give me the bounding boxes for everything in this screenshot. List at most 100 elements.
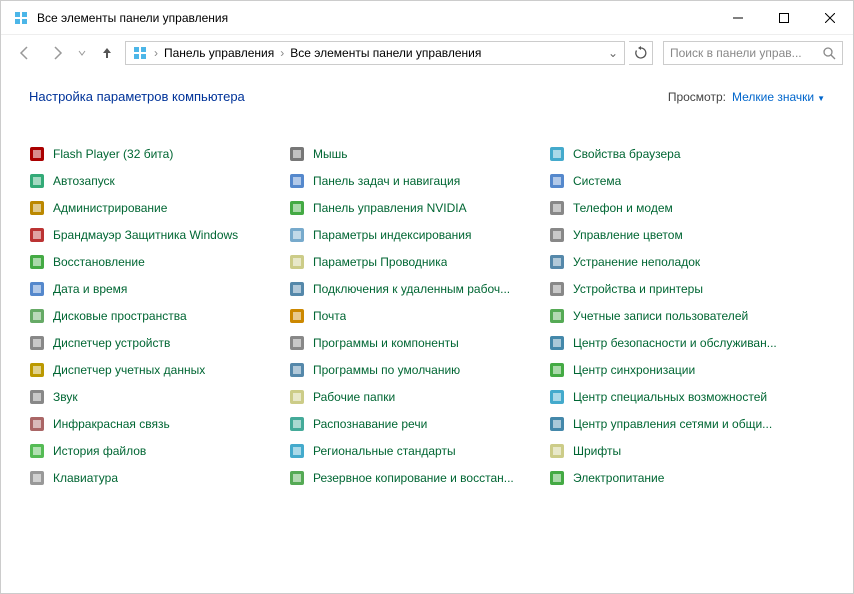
search-input[interactable]	[670, 46, 819, 60]
control-panel-item[interactable]: Рабочие папки	[289, 387, 529, 407]
control-panel-item[interactable]: Распознавание речи	[289, 414, 529, 434]
control-panel-item[interactable]: Региональные стандарты	[289, 441, 529, 461]
breadcrumb-root[interactable]: Панель управления	[160, 44, 278, 62]
heading-row: Настройка параметров компьютера Просмотр…	[29, 89, 825, 104]
item-label: Брандмауэр Защитника Windows	[53, 228, 238, 242]
control-panel-item[interactable]: Администрирование	[29, 198, 269, 218]
control-panel-item[interactable]: Центр безопасности и обслуживан...	[549, 333, 789, 353]
item-label: Клавиатура	[53, 471, 118, 485]
control-panel-item[interactable]: Шрифты	[549, 441, 789, 461]
control-panel-item[interactable]: Дисковые пространства	[29, 306, 269, 326]
breadcrumb-current[interactable]: Все элементы панели управления	[286, 44, 485, 62]
control-panel-item[interactable]: Устройства и принтеры	[549, 279, 789, 299]
item-label: Электропитание	[573, 471, 664, 485]
control-panel-item[interactable]: Центр управления сетями и общи...	[549, 414, 789, 434]
item-label: Flash Player (32 бита)	[53, 147, 173, 161]
control-panel-item[interactable]: Учетные записи пользователей	[549, 306, 789, 326]
item-label: Почта	[313, 309, 346, 323]
item-label: Резервное копирование и восстан...	[313, 471, 514, 485]
view-dropdown[interactable]: Мелкие значки▼	[732, 90, 825, 104]
item-label: Телефон и модем	[573, 201, 673, 215]
control-panel-item[interactable]: Резервное копирование и восстан...	[289, 468, 529, 488]
control-panel-item[interactable]: Звук	[29, 387, 269, 407]
search-icon[interactable]	[823, 47, 836, 60]
item-icon	[289, 470, 305, 486]
chevron-right-icon[interactable]: ›	[154, 46, 158, 60]
item-icon	[549, 308, 565, 324]
control-panel-item[interactable]: Flash Player (32 бита)	[29, 144, 269, 164]
item-label: История файлов	[53, 444, 146, 458]
minimize-button[interactable]	[715, 1, 761, 35]
control-panel-item[interactable]: Электропитание	[549, 468, 789, 488]
items-grid: Flash Player (32 бита) Мышь Свойства брауз…	[29, 144, 825, 488]
control-panel-item[interactable]: Телефон и модем	[549, 198, 789, 218]
control-panel-item[interactable]: Центр специальных возможностей	[549, 387, 789, 407]
control-panel-item[interactable]: Инфракрасная связь	[29, 414, 269, 434]
page-title: Настройка параметров компьютера	[29, 89, 245, 104]
control-panel-item[interactable]: Брандмауэр Защитника Windows	[29, 225, 269, 245]
item-label: Автозапуск	[53, 174, 115, 188]
control-panel-item[interactable]: Параметры Проводника	[289, 252, 529, 272]
item-icon	[29, 362, 45, 378]
control-panel-item[interactable]: Дата и время	[29, 279, 269, 299]
control-panel-item[interactable]: Панель управления NVIDIA	[289, 198, 529, 218]
item-icon	[289, 200, 305, 216]
control-panel-item[interactable]: Мышь	[289, 144, 529, 164]
item-icon	[289, 227, 305, 243]
address-dropdown-icon[interactable]: ⌄	[604, 46, 622, 60]
control-panel-item[interactable]: Панель задач и навигация	[289, 171, 529, 191]
item-icon	[29, 308, 45, 324]
control-panel-item[interactable]: Диспетчер устройств	[29, 333, 269, 353]
item-icon	[549, 281, 565, 297]
refresh-button[interactable]	[629, 41, 653, 65]
control-panel-item[interactable]: Программы и компоненты	[289, 333, 529, 353]
control-panel-item[interactable]: Восстановление	[29, 252, 269, 272]
item-label: Шрифты	[573, 444, 621, 458]
item-label: Восстановление	[53, 255, 145, 269]
control-panel-item[interactable]: Диспетчер учетных данных	[29, 360, 269, 380]
item-icon	[549, 254, 565, 270]
item-label: Инфракрасная связь	[53, 417, 170, 431]
item-label: Диспетчер устройств	[53, 336, 170, 350]
item-icon	[549, 389, 565, 405]
control-panel-item[interactable]: Параметры индексирования	[289, 225, 529, 245]
up-button[interactable]	[93, 39, 121, 67]
control-panel-item[interactable]: Свойства браузера	[549, 144, 789, 164]
item-icon	[549, 335, 565, 351]
item-icon	[289, 416, 305, 432]
close-button[interactable]	[807, 1, 853, 35]
control-panel-item[interactable]: Управление цветом	[549, 225, 789, 245]
addressbar[interactable]: › Панель управления › Все элементы панел…	[125, 41, 625, 65]
item-label: Свойства браузера	[573, 147, 681, 161]
item-label: Центр управления сетями и общи...	[573, 417, 772, 431]
view-value: Мелкие значки	[732, 90, 814, 104]
window-icon	[13, 10, 29, 26]
search-box[interactable]	[663, 41, 843, 65]
control-panel-item[interactable]: История файлов	[29, 441, 269, 461]
item-label: Устройства и принтеры	[573, 282, 703, 296]
view-selector: Просмотр: Мелкие значки▼	[668, 90, 825, 104]
control-panel-item[interactable]: Автозапуск	[29, 171, 269, 191]
control-panel-item[interactable]: Устранение неполадок	[549, 252, 789, 272]
item-label: Распознавание речи	[313, 417, 427, 431]
recent-dropdown[interactable]	[75, 39, 89, 67]
item-icon	[289, 443, 305, 459]
control-panel-item[interactable]: Клавиатура	[29, 468, 269, 488]
item-label: Центр безопасности и обслуживан...	[573, 336, 777, 350]
titlebar: Все элементы панели управления	[1, 1, 853, 35]
control-panel-item[interactable]: Почта	[289, 306, 529, 326]
control-panel-item[interactable]: Центр синхронизации	[549, 360, 789, 380]
window-title: Все элементы панели управления	[37, 11, 228, 25]
control-panel-item[interactable]: Программы по умолчанию	[289, 360, 529, 380]
item-label: Программы по умолчанию	[313, 363, 460, 377]
control-panel-item[interactable]: Система	[549, 171, 789, 191]
item-icon	[29, 335, 45, 351]
maximize-button[interactable]	[761, 1, 807, 35]
item-icon	[549, 443, 565, 459]
control-panel-item[interactable]: Подключения к удаленным рабоч...	[289, 279, 529, 299]
chevron-right-icon[interactable]: ›	[280, 46, 284, 60]
back-button[interactable]	[11, 39, 39, 67]
addressbar-icon	[132, 45, 148, 61]
content-area: Настройка параметров компьютера Просмотр…	[1, 71, 853, 593]
forward-button[interactable]	[43, 39, 71, 67]
